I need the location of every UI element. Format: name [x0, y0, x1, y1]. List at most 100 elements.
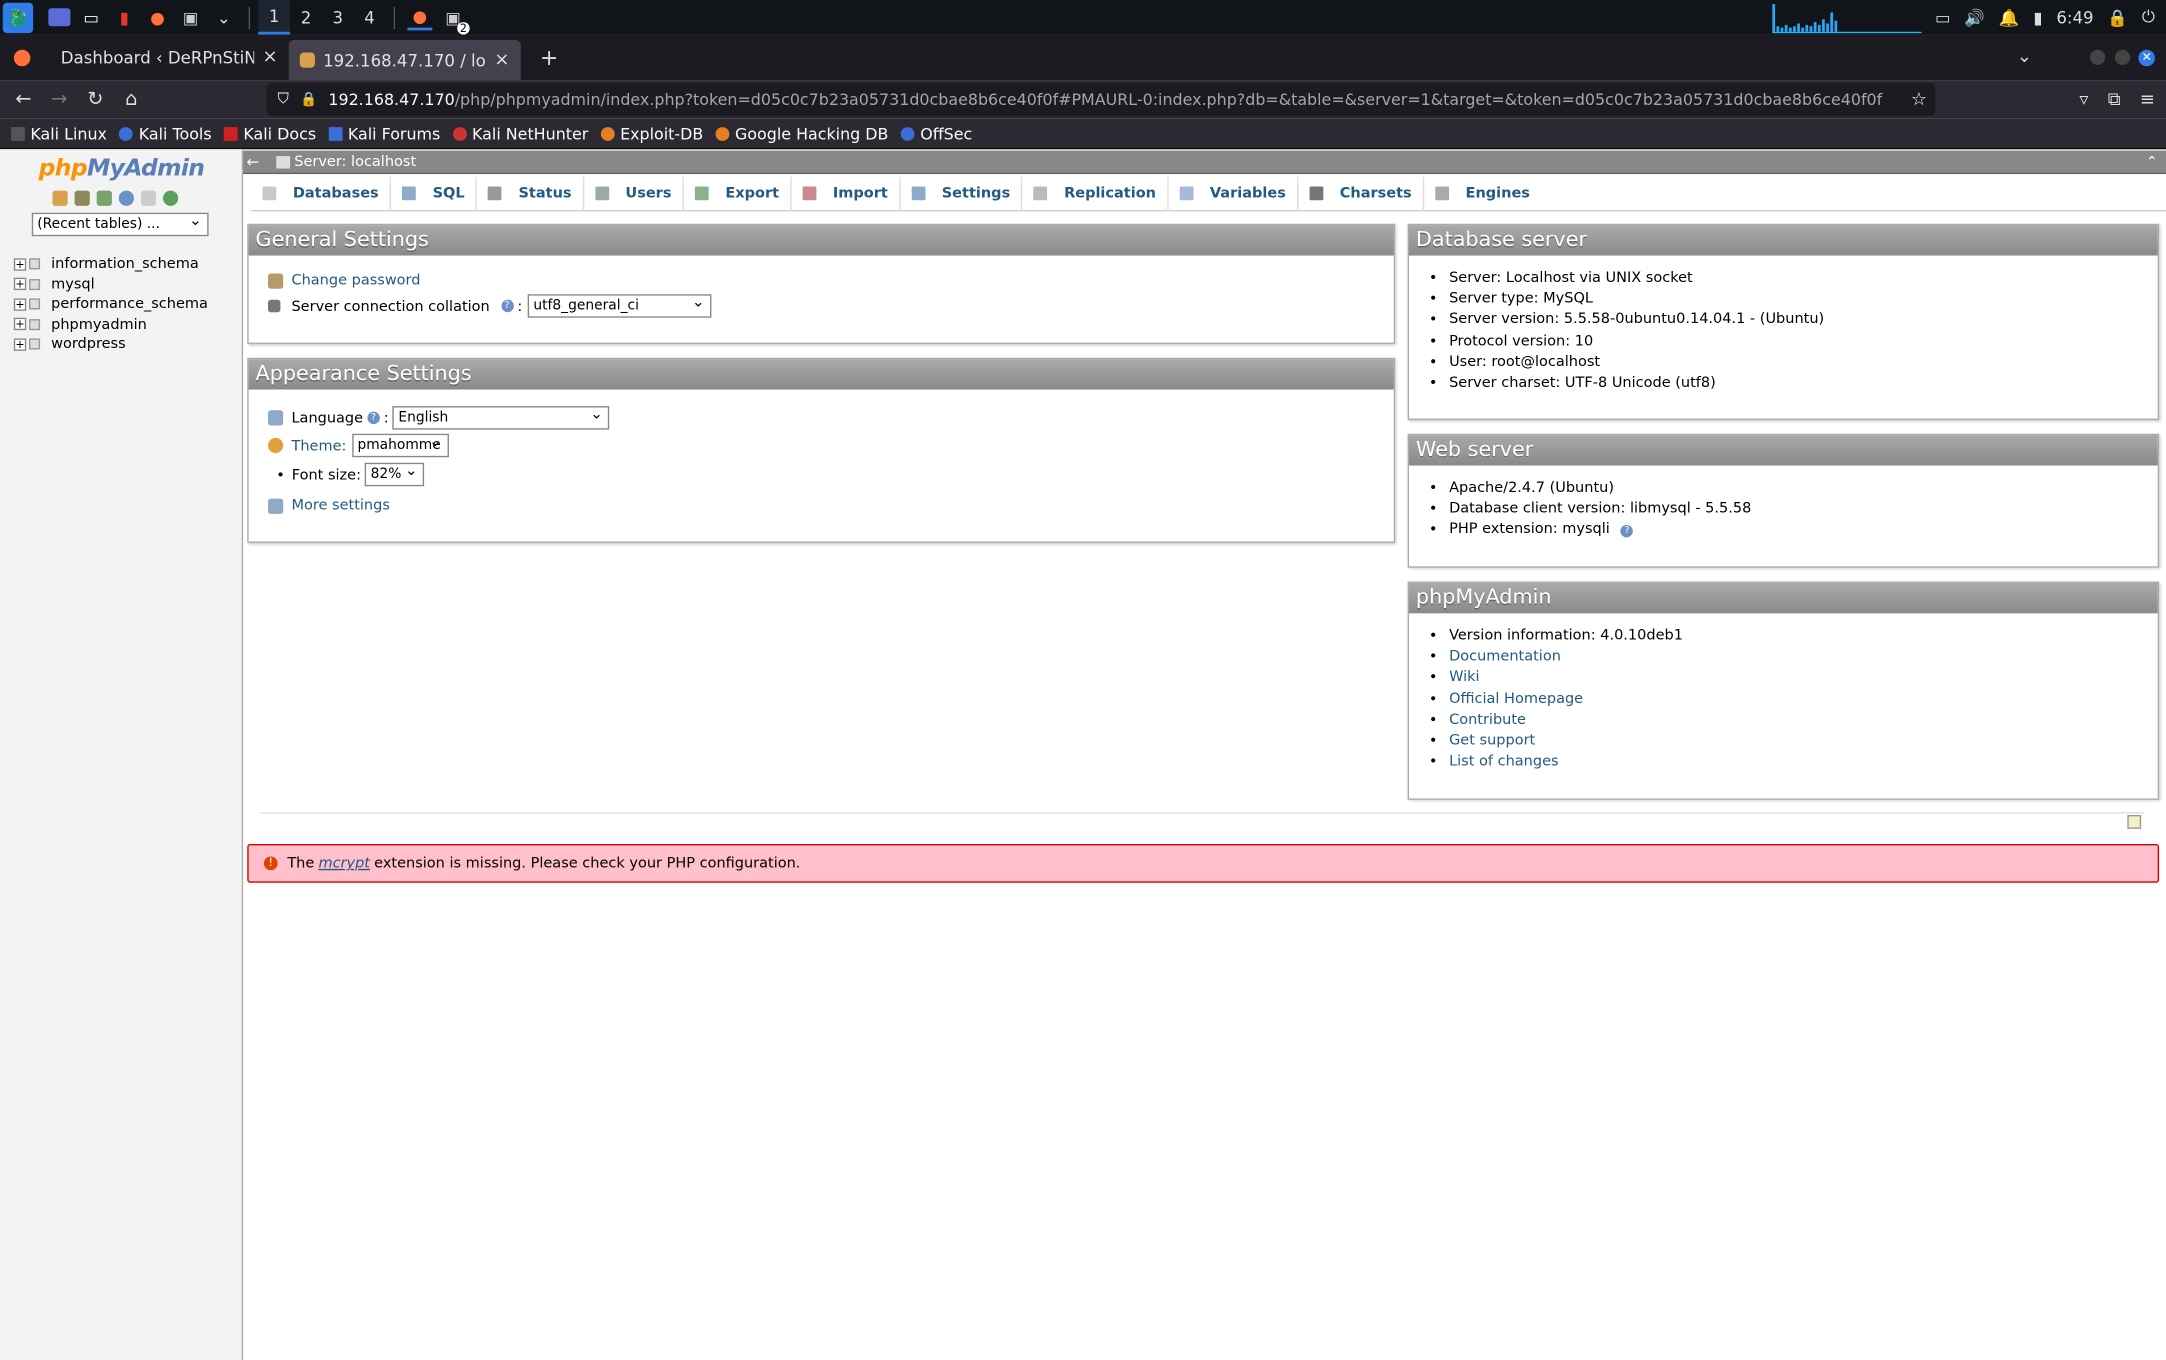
theme-link[interactable]: Theme:	[291, 437, 346, 454]
minimize-icon[interactable]	[2090, 49, 2106, 65]
tab-settings[interactable]: Settings	[900, 176, 1023, 211]
contribute-link[interactable]: Contribute	[1449, 711, 1526, 728]
kali-menu-icon[interactable]: 🐉	[2, 2, 34, 33]
console-toggle-icon[interactable]	[2127, 815, 2142, 829]
db-item-phpmyadmin[interactable]: + phpmyadmin	[13, 314, 208, 334]
breadcrumb-server[interactable]: Server: localhost	[294, 153, 416, 170]
shield-icon[interactable]: ⛉	[278, 90, 289, 109]
bookmark-kali-docs[interactable]: Kali Docs	[224, 124, 316, 143]
help-icon[interactable]	[118, 190, 134, 206]
db-item-mysql[interactable]: + mysql	[13, 274, 208, 294]
menu-icon[interactable]: ≡	[2140, 89, 2155, 110]
tab-import[interactable]: Import	[791, 176, 901, 211]
notification-icon[interactable]: 🔔	[1999, 8, 2020, 27]
expand-icon[interactable]: +	[13, 298, 27, 311]
maximize-icon[interactable]	[2114, 49, 2131, 65]
bookmark-google-hacking-db[interactable]: Google Hacking DB	[715, 124, 888, 143]
help-icon[interactable]: ?	[367, 411, 380, 425]
expand-icon[interactable]: +	[13, 278, 27, 291]
home-icon[interactable]: ⌂	[113, 88, 149, 110]
expand-icon[interactable]: +	[13, 257, 27, 271]
collapse-top-icon[interactable]: ⌃	[2146, 154, 2158, 169]
bookmark-kali-linux[interactable]: Kali Linux	[11, 124, 107, 143]
bookmark-kali-tools[interactable]: Kali Tools	[119, 124, 212, 143]
list-tabs-icon[interactable]: ⌄	[2017, 47, 2032, 68]
clock[interactable]: 6:49	[2056, 8, 2093, 27]
db-name[interactable]: performance_schema	[51, 296, 208, 313]
recent-tables-select[interactable]: (Recent tables) ...	[31, 210, 209, 237]
expand-icon[interactable]: +	[13, 338, 27, 351]
get-support-link[interactable]: Get support	[1449, 732, 1535, 749]
theme-select[interactable]: pmahomme	[351, 431, 449, 458]
db-item-information-schema[interactable]: + information_schema	[13, 254, 208, 274]
collapse-nav-icon[interactable]: ←	[243, 153, 262, 171]
star-icon[interactable]: ☆	[1911, 89, 1927, 110]
terminal-window-icon[interactable]: ▣ 2	[441, 5, 470, 34]
new-tab-button[interactable]: +	[540, 44, 559, 70]
pocket-icon[interactable]: ▿	[2079, 89, 2088, 110]
display-icon[interactable]: ▭	[1935, 8, 1951, 27]
list-of-changes-link[interactable]: List of changes	[1449, 753, 1558, 770]
text-editor-icon[interactable]: ▮	[112, 5, 137, 30]
tab-phpmyadmin[interactable]: 192.168.47.170 / localhost ×	[288, 40, 521, 81]
help-icon[interactable]: ?	[500, 299, 514, 313]
logout-icon[interactable]	[74, 190, 90, 206]
tab-engines[interactable]: Engines	[1424, 176, 1541, 211]
tab-databases[interactable]: Databases	[251, 176, 392, 211]
workspace-1[interactable]: 1	[258, 0, 291, 35]
terminal-icon[interactable]: ▣	[178, 5, 203, 30]
workspace-2[interactable]: 2	[290, 0, 322, 35]
tab-charsets[interactable]: Charsets	[1298, 176, 1425, 211]
workspace-3[interactable]: 3	[322, 0, 354, 35]
close-icon[interactable]: ×	[262, 47, 277, 68]
reload-icon[interactable]	[163, 190, 179, 206]
back-icon[interactable]: ←	[6, 88, 42, 110]
language-select[interactable]: English	[392, 403, 610, 430]
tab-export[interactable]: Export	[684, 176, 792, 211]
desktop-icon[interactable]	[48, 8, 71, 27]
firefox-view-icon[interactable]	[13, 49, 31, 66]
chevron-down-icon[interactable]: ⌄	[211, 5, 236, 30]
firefox-window-icon[interactable]: ●	[407, 5, 433, 30]
tab-replication[interactable]: Replication	[1023, 176, 1169, 211]
db-item-wordpress[interactable]: + wordpress	[13, 334, 208, 354]
bookmark-kali-nethunter[interactable]: Kali NetHunter	[452, 124, 588, 143]
battery-icon[interactable]: ▮	[2033, 8, 2042, 27]
expand-icon[interactable]: +	[13, 318, 27, 331]
documentation-link[interactable]: Documentation	[1449, 648, 1561, 665]
bookmark-offsec[interactable]: OffSec	[900, 124, 972, 143]
db-item-performance-schema[interactable]: + performance_schema	[13, 294, 208, 314]
power-icon[interactable]: ⏻	[2142, 7, 2155, 28]
db-name[interactable]: phpmyadmin	[51, 316, 147, 333]
official-homepage-link[interactable]: Official Homepage	[1449, 690, 1583, 707]
bookmark-exploit-db[interactable]: Exploit-DB	[600, 124, 703, 143]
lock-icon[interactable]: 🔒	[300, 92, 317, 107]
close-icon[interactable]: ×	[494, 50, 509, 71]
docs-icon[interactable]	[140, 190, 157, 206]
wiki-link[interactable]: Wiki	[1449, 669, 1479, 686]
extensions-icon[interactable]: ⧉	[2108, 89, 2121, 110]
tab-status[interactable]: Status	[477, 176, 584, 211]
mcrypt-link[interactable]: mcrypt	[318, 855, 370, 872]
tab-users[interactable]: Users	[584, 176, 684, 211]
db-name[interactable]: information_schema	[51, 256, 199, 273]
url-bar[interactable]: ⛉ 🔒 192.168.47.170/php/phpmyadmin/index.…	[266, 82, 1936, 117]
change-password-link[interactable]: Change password	[291, 272, 420, 289]
phpmyadmin-logo[interactable]: phpMyAdmin	[39, 155, 205, 183]
db-name[interactable]: wordpress	[51, 336, 126, 353]
help-icon[interactable]: ?	[1620, 525, 1634, 538]
close-window-icon[interactable]: ✕	[2138, 49, 2155, 66]
firefox-icon[interactable]: ●	[145, 5, 170, 30]
bookmark-kali-forums[interactable]: Kali Forums	[328, 124, 440, 143]
home-icon[interactable]	[52, 190, 68, 206]
workspace-4[interactable]: 4	[354, 0, 386, 35]
tab-variables[interactable]: Variables	[1168, 176, 1299, 211]
reload-icon[interactable]: ↻	[77, 88, 113, 110]
tab-dashboard[interactable]: Dashboard ‹ DeRPnStiNK Pro ×	[50, 35, 289, 81]
more-settings-link[interactable]: More settings	[291, 497, 389, 514]
collation-select[interactable]: utf8_general_ci	[527, 291, 712, 318]
tab-sql[interactable]: SQL	[391, 176, 478, 211]
file-manager-icon[interactable]: ▭	[79, 5, 104, 30]
volume-icon[interactable]: 🔊	[1964, 8, 1985, 27]
forward-icon[interactable]: →	[41, 88, 77, 110]
